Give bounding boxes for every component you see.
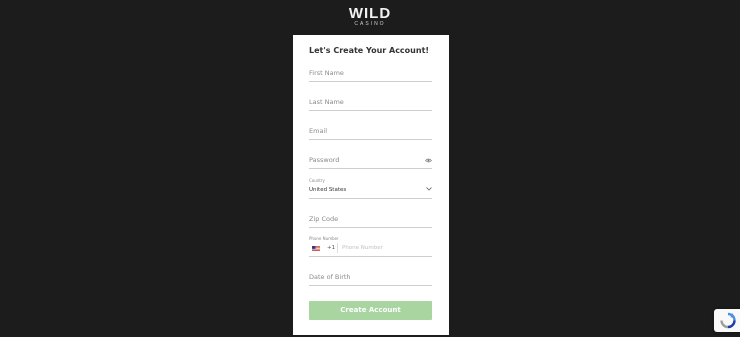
email-field[interactable]: Email <box>309 123 432 140</box>
signup-card: Let's Create Your Account! First Name La… <box>293 35 449 335</box>
brand-logo[interactable]: WILD CASINO <box>0 6 740 27</box>
dial-code[interactable]: +1 <box>327 245 335 251</box>
zip-code-field[interactable]: Zip Code <box>309 211 432 228</box>
chevron-down-icon <box>426 187 432 191</box>
password-field[interactable]: Password <box>309 152 432 169</box>
phone-field[interactable]: Phone Number +1 Phone Number <box>309 236 432 257</box>
last-name-field[interactable]: Last Name <box>309 94 432 111</box>
last-name-placeholder: Last Name <box>309 98 344 106</box>
phone-placeholder: Phone Number <box>342 245 383 251</box>
email-placeholder: Email <box>309 127 328 135</box>
date-of-birth-placeholder: Date of Birth <box>309 273 351 281</box>
brand-tagline: CASINO <box>354 21 386 27</box>
first-name-placeholder: First Name <box>309 69 344 77</box>
form-title: Let's Create Your Account! <box>309 46 430 55</box>
first-name-field[interactable]: First Name <box>309 65 432 82</box>
eye-icon[interactable] <box>425 158 432 163</box>
phone-label: Phone Number <box>309 236 339 241</box>
create-account-button[interactable]: Create Account <box>309 301 432 320</box>
recaptcha-icon <box>720 312 736 329</box>
brand-name: WILD <box>348 5 392 22</box>
us-flag-icon[interactable] <box>312 246 320 251</box>
country-value: United States <box>309 186 347 193</box>
recaptcha-badge[interactable] <box>714 309 740 332</box>
country-select[interactable]: Country United States <box>309 178 432 199</box>
zip-code-placeholder: Zip Code <box>309 215 339 223</box>
date-of-birth-field[interactable]: Date of Birth <box>309 269 432 286</box>
password-placeholder: Password <box>309 156 340 164</box>
phone-divider <box>337 243 338 253</box>
country-label: Country <box>309 178 325 183</box>
